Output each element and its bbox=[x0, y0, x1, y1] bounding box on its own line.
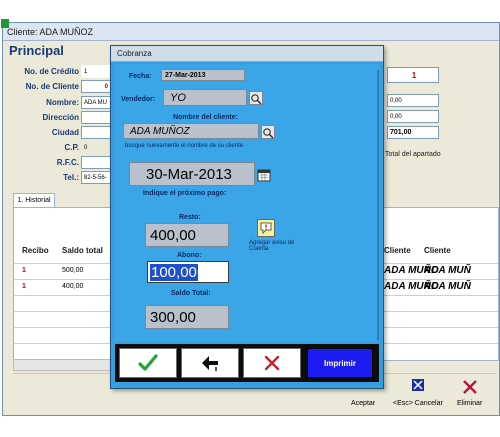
tab-historial[interactable]: 1. Historial bbox=[13, 193, 55, 208]
tel-label: Tel.: bbox=[63, 173, 79, 182]
busque-hint: busque nuevamente el nombre de su client… bbox=[125, 143, 244, 149]
abono-value: 100,00 bbox=[150, 264, 198, 281]
direccion-field[interactable] bbox=[81, 111, 111, 124]
dialog-scroll-edge bbox=[377, 70, 379, 340]
check-icon bbox=[138, 354, 158, 371]
recibo-cell: 1 bbox=[22, 283, 26, 290]
resto-label: Resto: bbox=[179, 214, 201, 221]
horizontal-scrollbar[interactable] bbox=[13, 359, 115, 371]
saldo-cell: 400,00 bbox=[62, 283, 84, 290]
amount-field-2: 0,00 bbox=[387, 110, 439, 123]
tel-field[interactable]: 82-5-56- bbox=[81, 171, 111, 184]
proximo-pago-field[interactable]: 30-Mar-2013 bbox=[129, 162, 255, 186]
resto-field: 400,00 bbox=[145, 223, 229, 247]
rfc-label: R.F.C. bbox=[56, 158, 79, 167]
search-cliente-button[interactable] bbox=[261, 125, 275, 139]
direccion-label: Dirección bbox=[42, 113, 79, 122]
search-icon bbox=[263, 128, 274, 139]
cobranza-dialog: Cobranza Fecha: 27-Mar-2013 Vendedor: YO… bbox=[110, 45, 384, 389]
back-arrow-icon bbox=[202, 356, 218, 371]
cp-label: C.P. bbox=[64, 143, 79, 152]
proximo-pago-label: Indique el próximo pago: bbox=[143, 190, 227, 197]
calendar-button[interactable] bbox=[257, 168, 271, 182]
cliente-cell-2: ADA MUÑ bbox=[424, 265, 471, 276]
abono-input[interactable]: 100,00 bbox=[147, 261, 229, 283]
accept-button[interactable] bbox=[119, 348, 177, 378]
fecha-label: Fecha: bbox=[129, 73, 152, 80]
cp-field: 0 bbox=[81, 141, 111, 154]
ciudad-label: Ciudad bbox=[51, 128, 79, 137]
total-note: Total del apartado bbox=[385, 151, 441, 158]
window-title: Cliente: ADA MUÑOZ bbox=[3, 23, 499, 41]
nombre-cliente-label: Nombre del cliente: bbox=[173, 114, 238, 121]
rfc-field[interactable] bbox=[81, 156, 111, 169]
notice-icon bbox=[260, 222, 272, 234]
eliminar-button[interactable]: Eliminar bbox=[453, 378, 493, 412]
nombre-field[interactable]: ADA MU bbox=[81, 96, 111, 109]
cancel-label: <Esc> Cancelar bbox=[393, 400, 443, 407]
imprimir-label: Imprimir bbox=[323, 358, 356, 368]
aceptar-button[interactable]: Aceptar bbox=[351, 400, 375, 407]
back-button[interactable] bbox=[181, 348, 239, 378]
cancel-button[interactable]: <Esc> Cancelar bbox=[393, 378, 443, 412]
search-icon bbox=[251, 94, 262, 105]
agregar-aviso-label: Agregar aviso de Cuenta bbox=[249, 240, 295, 252]
saldo-total-field: 300,00 bbox=[145, 305, 229, 329]
column-header-recibo[interactable]: Recibo bbox=[22, 246, 49, 255]
dialog-body: Fecha: 27-Mar-2013 Vendedor: YO Nombre d… bbox=[115, 64, 379, 342]
total-field: 701,00 bbox=[387, 126, 439, 139]
imprimir-button[interactable]: Imprimir bbox=[307, 348, 373, 378]
saldo-total-label: Saldo Total: bbox=[171, 290, 211, 297]
calendar-icon bbox=[257, 169, 271, 182]
no-cliente-label: No. de Cliente bbox=[25, 82, 79, 91]
abono-label: Abono: bbox=[177, 252, 202, 259]
search-vendedor-button[interactable] bbox=[249, 91, 263, 105]
eliminar-label: Eliminar bbox=[457, 400, 483, 407]
no-credito-label: No. de Crédito bbox=[24, 67, 79, 76]
code-field: 1 bbox=[387, 67, 439, 83]
fecha-field: 27-Mar-2013 bbox=[161, 69, 245, 81]
amount-field-1: 0,00 bbox=[387, 94, 439, 107]
column-header-saldo[interactable]: Saldo total bbox=[62, 246, 103, 255]
cancel-dialog-button[interactable] bbox=[243, 348, 301, 378]
app-icon bbox=[1, 19, 9, 28]
nombre-cliente-field[interactable]: ADA MUÑOZ bbox=[123, 123, 259, 139]
dialog-title: Cobranza bbox=[111, 46, 383, 62]
escape-icon bbox=[412, 379, 424, 391]
vendedor-label: Vendedor: bbox=[121, 96, 156, 103]
nombre-label: Nombre: bbox=[46, 98, 79, 107]
cliente-cell-2: ADA MUÑ bbox=[424, 281, 471, 292]
ciudad-field[interactable] bbox=[81, 126, 111, 139]
saldo-cell: 500,00 bbox=[62, 267, 84, 274]
column-header-cliente-2[interactable]: Cliente bbox=[424, 246, 451, 255]
recibo-cell: 1 bbox=[22, 267, 26, 274]
no-cliente-field[interactable]: 0 bbox=[81, 80, 111, 93]
close-icon bbox=[264, 355, 280, 371]
agregar-aviso-button[interactable] bbox=[257, 219, 275, 237]
column-header-cliente[interactable]: Cliente bbox=[384, 246, 411, 255]
vendedor-field[interactable]: YO bbox=[163, 89, 247, 106]
delete-icon bbox=[463, 380, 477, 394]
dialog-footer: Imprimir bbox=[115, 344, 379, 382]
page-title: Principal bbox=[9, 43, 64, 58]
no-credito-field: 1 bbox=[81, 65, 111, 78]
